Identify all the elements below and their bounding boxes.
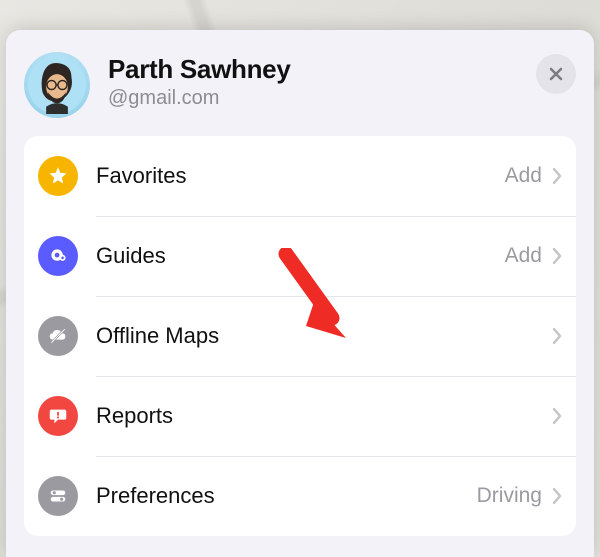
profile-sheet: Parth Sawhney @gmail.com Favorites Add	[6, 30, 594, 557]
guides-label: Guides	[96, 243, 505, 269]
offline-maps-label: Offline Maps	[96, 323, 552, 349]
avatar[interactable]	[24, 52, 90, 118]
user-info: Parth Sawhney @gmail.com	[108, 52, 518, 110]
favorites-label: Favorites	[96, 163, 505, 189]
menu-item-reports[interactable]: Reports	[24, 376, 576, 456]
memoji-avatar-icon	[28, 56, 86, 114]
user-email-domain: @gmail.com	[108, 87, 219, 109]
close-button[interactable]	[536, 54, 576, 94]
star-icon	[38, 156, 78, 196]
close-icon	[548, 66, 564, 82]
favorites-action[interactable]: Add	[505, 164, 542, 188]
reports-label: Reports	[96, 403, 552, 429]
user-email: @gmail.com	[108, 87, 518, 110]
preferences-label: Preferences	[96, 483, 477, 509]
menu-item-favorites[interactable]: Favorites Add	[24, 136, 576, 216]
user-name: Parth Sawhney	[108, 54, 518, 85]
chevron-right-icon	[552, 327, 562, 345]
menu-card: Favorites Add Guides Add	[24, 136, 576, 536]
preferences-value: Driving	[477, 484, 542, 508]
menu-item-preferences[interactable]: Preferences Driving	[24, 456, 576, 536]
chevron-right-icon	[552, 247, 562, 265]
speech-alert-icon	[38, 396, 78, 436]
menu-item-offline-maps[interactable]: Offline Maps	[24, 296, 576, 376]
chevron-right-icon	[552, 487, 562, 505]
toggles-icon	[38, 476, 78, 516]
menu-item-guides[interactable]: Guides Add	[24, 216, 576, 296]
chevron-right-icon	[552, 167, 562, 185]
guides-action[interactable]: Add	[505, 244, 542, 268]
chevron-right-icon	[552, 407, 562, 425]
pin-group-icon	[38, 236, 78, 276]
sheet-header: Parth Sawhney @gmail.com	[24, 52, 576, 118]
cloud-slash-icon	[38, 316, 78, 356]
